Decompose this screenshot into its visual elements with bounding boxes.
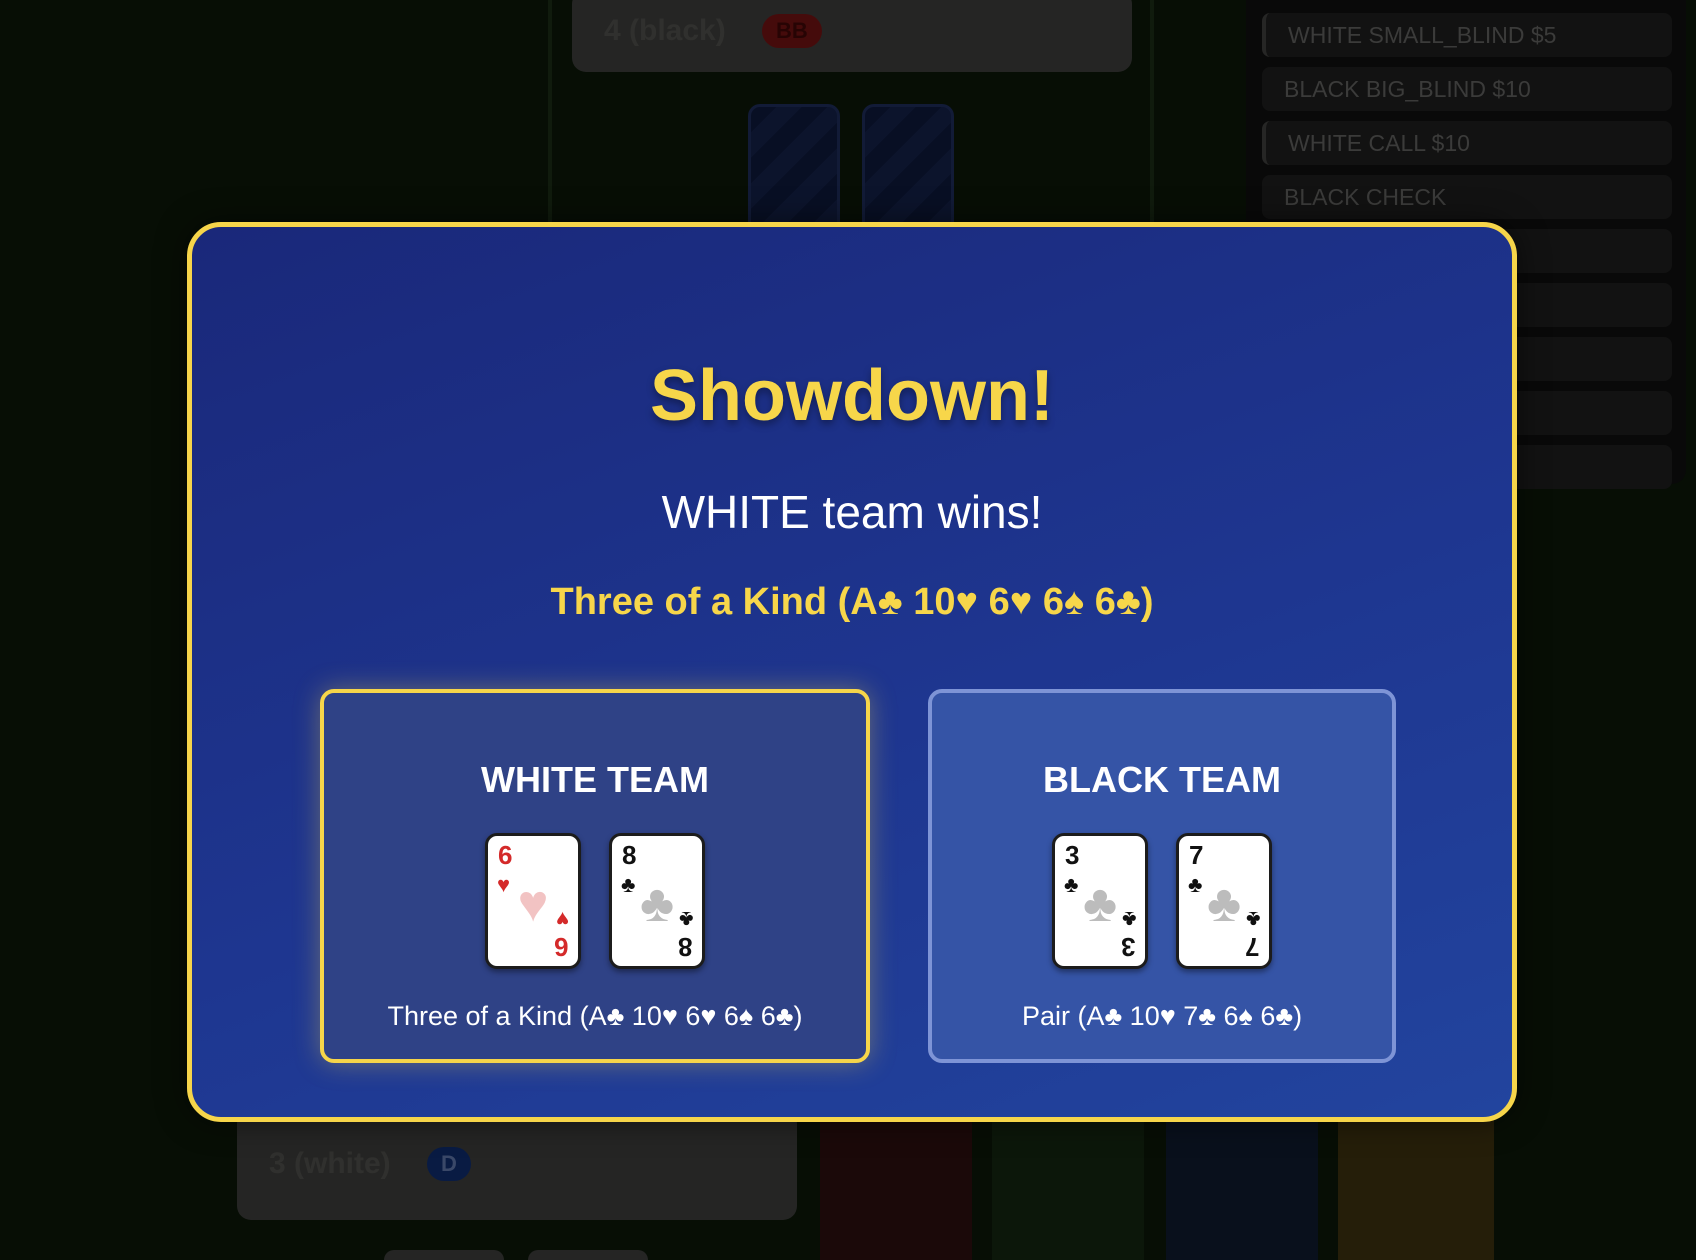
card-rank: 6 — [553, 932, 568, 962]
playing-card: 3 ♣ ♣ ♣ 3 — [1052, 833, 1148, 969]
club-icon: ♣ — [1064, 872, 1079, 897]
card-rank: 8 — [677, 932, 692, 962]
team-hand-description: Three of a Kind (A♣ 10♥ 6♥ 6♠ 6♣) — [387, 1001, 803, 1031]
hole-cards: 3 ♣ ♣ ♣ 3 7 ♣ ♣ ♣ 7 — [932, 833, 1392, 969]
team-hand-description: Pair (A♣ 10♥ 7♣ 6♠ 6♣) — [1021, 1001, 1303, 1031]
heart-icon: ♥ — [497, 872, 511, 897]
club-icon: ♣ — [1121, 907, 1136, 932]
card-rank: 6 — [498, 840, 513, 870]
card-rank: 8 — [622, 840, 637, 870]
club-icon: ♣ — [1245, 907, 1260, 932]
hole-cards: 6 ♥ ♥ ♥ 6 8 ♣ ♣ ♣ 8 — [324, 833, 866, 969]
club-icon: ♣ — [678, 907, 693, 932]
winner-announcement: WHITE team wins! — [661, 486, 1043, 538]
card-rank: 3 — [1065, 840, 1080, 870]
heart-icon: ♥ — [555, 907, 569, 932]
club-icon: ♣ — [639, 874, 675, 933]
club-icon: ♣ — [1188, 872, 1203, 897]
club-icon: ♣ — [1206, 874, 1242, 933]
card-rank: 7 — [1189, 840, 1204, 870]
team-name: WHITE TEAM — [481, 759, 709, 800]
playing-card: 8 ♣ ♣ ♣ 8 — [609, 833, 705, 969]
playing-card: 7 ♣ ♣ ♣ 7 — [1176, 833, 1272, 969]
modal-title: Showdown! — [650, 356, 1054, 436]
club-icon: ♣ — [1082, 874, 1118, 933]
club-icon: ♣ — [621, 872, 636, 897]
heart-icon: ♥ — [517, 874, 549, 933]
playing-card: 6 ♥ ♥ ♥ 6 — [485, 833, 581, 969]
showdown-modal: Showdown! WHITE team wins! Three of a Ki… — [187, 222, 1517, 1122]
winning-hand: Three of a Kind (A♣ 10♥ 6♥ 6♠ 6♣) — [550, 581, 1154, 623]
black-team-panel: BLACK TEAM 3 ♣ ♣ ♣ 3 7 ♣ ♣ ♣ 7 Pair (A♣ … — [928, 689, 1396, 1063]
white-team-panel: WHITE TEAM 6 ♥ ♥ ♥ 6 8 ♣ ♣ ♣ 8 Three of … — [320, 689, 870, 1063]
team-name: BLACK TEAM — [1043, 759, 1281, 800]
card-rank: 7 — [1244, 932, 1259, 962]
card-rank: 3 — [1120, 932, 1135, 962]
